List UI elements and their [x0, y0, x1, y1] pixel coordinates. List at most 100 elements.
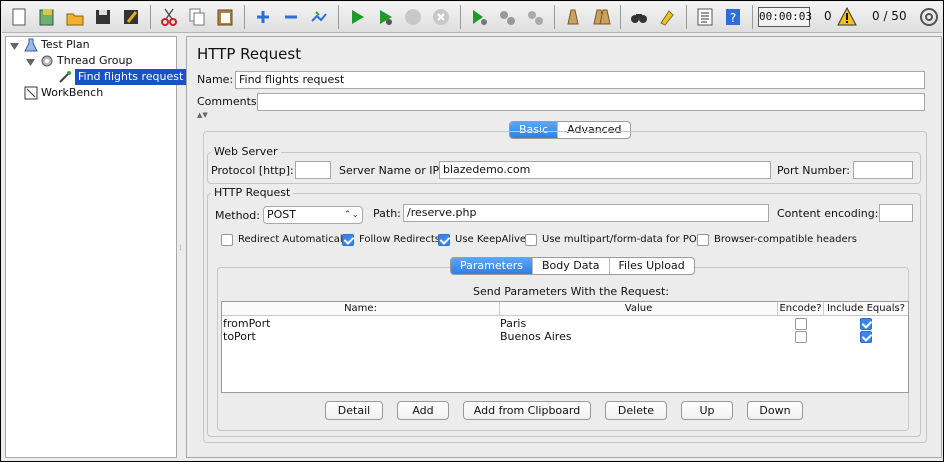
error-count: 0 — [824, 9, 832, 23]
protocol-field[interactable] — [295, 161, 331, 179]
toolbar-separator — [752, 5, 753, 29]
web-server-legend: Web Server — [211, 145, 281, 158]
http-request-legend: HTTP Request — [211, 186, 294, 199]
tree-node-http-request[interactable]: Find flights request — [75, 69, 187, 85]
function-helper-icon[interactable] — [694, 6, 716, 28]
expand-toggle-icon[interactable] — [26, 57, 35, 66]
expand-icon[interactable] — [252, 6, 274, 28]
param-value: Paris — [500, 317, 527, 330]
jmeter-window: ? 00:00:03 0 0 / 50 Test Plan Thread Gro… — [0, 0, 944, 462]
resize-arrows-icon[interactable]: ▲▼ — [197, 111, 208, 119]
toolbar: ? 00:00:03 0 0 / 50 — [2, 2, 942, 33]
copy-icon[interactable] — [186, 6, 208, 28]
browser-headers-label: Browser-compatible headers — [714, 234, 857, 245]
add-button[interactable]: Add — [397, 401, 449, 420]
shutdown-icon[interactable] — [430, 6, 452, 28]
toolbar-separator — [554, 5, 555, 29]
include-equals-checkbox[interactable] — [860, 331, 872, 343]
open-icon[interactable] — [64, 6, 86, 28]
encoding-label: Content encoding: — [777, 207, 879, 220]
tree-node-workbench[interactable]: WorkBench — [41, 85, 103, 101]
toolbar-separator — [150, 5, 151, 29]
method-value: POST — [267, 208, 296, 221]
tab-parameters[interactable]: Parameters — [451, 258, 533, 274]
start-icon[interactable] — [346, 6, 368, 28]
splitter-handle[interactable]: ⁞ — [178, 36, 184, 458]
param-name: toPort — [223, 330, 256, 343]
remote-shutdown-icon[interactable] — [524, 6, 546, 28]
tab-files-upload[interactable]: Files Upload — [610, 258, 694, 274]
detail-button[interactable]: Detail — [325, 401, 383, 420]
warning-icon[interactable] — [836, 6, 858, 28]
redirect-auto-checkbox[interactable] — [221, 234, 233, 246]
parameters-table[interactable]: Name: Value Encode? Include Equals? from… — [221, 301, 909, 393]
column-encode[interactable]: Encode? — [778, 302, 824, 316]
down-button[interactable]: Down — [747, 401, 803, 420]
follow-redirects-label: Follow Redirects — [359, 234, 440, 245]
param-name: fromPort — [223, 317, 271, 330]
column-name[interactable]: Name: — [222, 302, 500, 316]
help-icon[interactable]: ? — [722, 6, 744, 28]
remote-status-icon — [918, 6, 940, 28]
search-icon[interactable] — [628, 6, 650, 28]
path-label: Path: — [373, 207, 401, 220]
param-value: Buenos Aires — [500, 330, 572, 343]
page-title: HTTP Request — [197, 45, 302, 63]
browser-headers-checkbox[interactable] — [697, 234, 709, 246]
port-field[interactable] — [853, 161, 913, 179]
stop-icon[interactable] — [402, 6, 424, 28]
new-icon[interactable] — [8, 6, 30, 28]
expand-toggle-icon[interactable] — [10, 41, 19, 50]
paste-icon[interactable] — [214, 6, 236, 28]
keepalive-label: Use KeepAlive — [455, 234, 527, 245]
clear-all-icon[interactable] — [590, 6, 612, 28]
redirect-auto-label: Redirect Automatically — [238, 234, 352, 245]
save-icon[interactable] — [92, 6, 114, 28]
up-button[interactable]: Up — [681, 401, 733, 420]
cut-icon[interactable] — [158, 6, 180, 28]
params-caption: Send Parameters With the Request: — [473, 285, 670, 298]
server-label: Server Name or IP: — [339, 164, 443, 177]
tree-node-thread-group[interactable]: Thread Group — [57, 53, 132, 69]
tab-body-data[interactable]: Body Data — [533, 258, 610, 274]
test-plan-icon — [24, 38, 38, 52]
toolbar-separator — [338, 5, 339, 29]
remote-stop-icon[interactable] — [496, 6, 518, 28]
toolbar-separator — [244, 5, 245, 29]
toggle-icon[interactable] — [308, 6, 330, 28]
port-label: Port Number: — [777, 164, 851, 177]
test-plan-tree: Test Plan Thread Group Find flights requ… — [5, 36, 187, 458]
include-equals-checkbox[interactable] — [860, 318, 872, 330]
add-from-clipboard-button[interactable]: Add from Clipboard — [463, 401, 591, 420]
pipette-icon — [58, 70, 72, 84]
templates-icon[interactable] — [36, 6, 58, 28]
method-select[interactable]: POST ⌃⌄ — [263, 206, 363, 224]
encoding-field[interactable] — [879, 204, 913, 222]
save-as-icon[interactable] — [120, 6, 142, 28]
column-include-equals[interactable]: Include Equals? — [824, 302, 908, 316]
multipart-checkbox[interactable] — [525, 234, 537, 246]
multipart-label: Use multipart/form-data for POST — [542, 234, 710, 245]
comments-field[interactable] — [257, 93, 925, 111]
protocol-label: Protocol [http]: — [211, 164, 294, 177]
reset-search-icon[interactable] — [656, 6, 678, 28]
follow-redirects-checkbox[interactable] — [342, 234, 354, 246]
comments-label: Comments: — [197, 95, 261, 108]
method-label: Method: — [215, 209, 260, 222]
toolbar-separator — [686, 5, 687, 29]
clear-icon[interactable] — [562, 6, 584, 28]
encode-checkbox[interactable] — [795, 318, 807, 330]
collapse-icon[interactable] — [280, 6, 302, 28]
path-field[interactable]: /reserve.php — [403, 204, 769, 222]
delete-button[interactable]: Delete — [605, 401, 667, 420]
start-no-pause-icon[interactable] — [374, 6, 396, 28]
encode-checkbox[interactable] — [795, 331, 807, 343]
keepalive-checkbox[interactable] — [438, 234, 450, 246]
column-value[interactable]: Value — [500, 302, 778, 316]
remote-start-icon[interactable] — [468, 6, 490, 28]
parameter-tabs: Parameters Body Data Files Upload — [450, 257, 695, 275]
name-field[interactable]: Find flights request — [235, 71, 925, 89]
chevron-updown-icon: ⌃⌄ — [343, 210, 359, 220]
server-field[interactable]: blazedemo.com — [439, 161, 771, 179]
tree-node-test-plan[interactable]: Test Plan — [41, 37, 90, 53]
